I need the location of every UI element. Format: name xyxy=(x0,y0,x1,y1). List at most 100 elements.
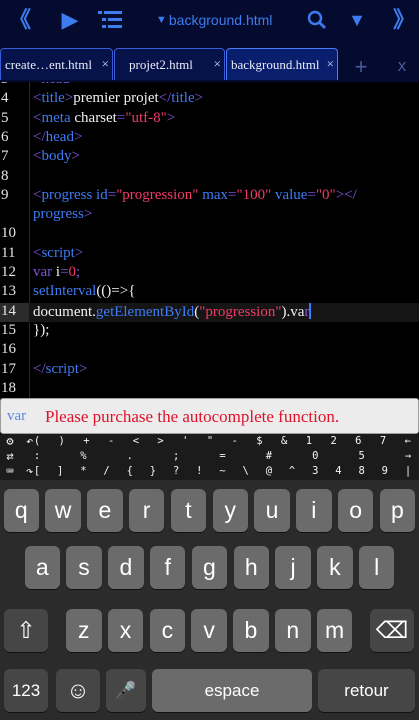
symbol-key[interactable]: 9 xyxy=(378,465,392,480)
swap-icon[interactable]: ⇄ xyxy=(2,449,18,464)
key-x[interactable]: x xyxy=(107,609,144,652)
numbers-key[interactable]: 123 xyxy=(4,669,48,712)
gear-icon[interactable]: ⚙ xyxy=(2,434,18,449)
key-n[interactable]: n xyxy=(275,609,311,652)
code-line[interactable]: 10 xyxy=(0,225,419,244)
space-key[interactable]: espace xyxy=(152,669,312,712)
symbol-key[interactable]: 3 xyxy=(308,465,322,480)
tab-create-ent-html[interactable]: create…ent.html × xyxy=(0,48,113,80)
symbol-key[interactable]: \ xyxy=(239,465,253,480)
code-line[interactable]: progress> xyxy=(0,206,419,225)
key-l[interactable]: l xyxy=(358,546,395,589)
symbol-key[interactable]: 1 xyxy=(302,435,316,450)
key-a[interactable]: a xyxy=(24,546,60,589)
symbol-key[interactable]: 2 xyxy=(327,435,341,450)
file-selector[interactable]: ▼ background.html xyxy=(156,6,286,34)
key-e[interactable]: e xyxy=(87,489,123,532)
symbol-key[interactable]: ( xyxy=(30,435,44,450)
symbol-key[interactable]: ← xyxy=(401,435,415,450)
symbol-key[interactable]: . xyxy=(123,450,137,465)
key-p[interactable]: p xyxy=(379,489,416,532)
close-tab-button[interactable]: x xyxy=(390,56,414,76)
key-v[interactable]: v xyxy=(191,609,227,652)
symbol-key[interactable]: 6 xyxy=(351,435,365,450)
key-d[interactable]: d xyxy=(108,546,144,589)
symbol-key[interactable]: ^ xyxy=(285,465,299,480)
return-key[interactable]: retour xyxy=(318,669,415,712)
symbol-key[interactable]: { xyxy=(123,465,137,480)
symbol-key[interactable]: $ xyxy=(252,435,266,450)
symbol-key[interactable]: & xyxy=(277,435,291,450)
keyboard-icon[interactable]: ⌨ xyxy=(2,464,18,479)
symbol-key[interactable]: 0 xyxy=(308,450,322,465)
symbol-key[interactable]: @ xyxy=(262,465,276,480)
key-u[interactable]: u xyxy=(254,489,290,532)
symbol-key[interactable]: ] xyxy=(53,465,67,480)
symbol-key[interactable]: ? xyxy=(169,465,183,480)
close-icon[interactable]: × xyxy=(214,56,221,72)
code-line[interactable]: 18 xyxy=(0,380,419,398)
key-i[interactable]: i xyxy=(296,489,332,532)
key-y[interactable]: y xyxy=(212,489,248,532)
code-editor[interactable]: 3 <head> 4 <title>premier projet</title> 5 <m… xyxy=(0,82,419,398)
symbol-key[interactable]: ; xyxy=(169,450,183,465)
symbol-key[interactable]: % xyxy=(76,450,90,465)
key-f[interactable]: f xyxy=(149,546,186,589)
play-icon[interactable]: ▶ xyxy=(56,6,84,34)
add-tab-button[interactable]: + xyxy=(348,54,374,80)
code-line[interactable]: 17 </script> xyxy=(0,361,419,380)
code-line[interactable]: 4 <title>premier projet</title> xyxy=(0,90,419,109)
code-line[interactable]: 5 <meta charset="utf-8"> xyxy=(0,110,419,129)
search-button[interactable] xyxy=(304,6,330,34)
key-w[interactable]: w xyxy=(45,489,81,532)
symbol-key[interactable]: * xyxy=(76,465,90,480)
symbol-key[interactable]: } xyxy=(146,465,160,480)
code-line[interactable]: 11 <script> xyxy=(0,245,419,264)
tab-background-html[interactable]: background.html × xyxy=(226,48,338,80)
code-line[interactable]: 3 <head> xyxy=(0,82,419,90)
key-r[interactable]: r xyxy=(128,489,165,532)
symbol-key[interactable]: - xyxy=(228,435,242,450)
file-list-icon[interactable] xyxy=(96,6,124,34)
code-line[interactable]: 16 xyxy=(0,341,419,360)
code-line[interactable]: 12 var i=0; xyxy=(0,264,419,283)
symbol-key[interactable]: 8 xyxy=(355,465,369,480)
symbol-key[interactable]: - xyxy=(104,435,118,450)
close-icon[interactable]: × xyxy=(327,56,334,72)
collapse-left-icon[interactable]: 《 xyxy=(6,6,34,34)
autocomplete-suggestion[interactable]: var xyxy=(7,408,26,425)
key-b[interactable]: b xyxy=(233,609,269,652)
code-line[interactable]: 9 <progress id="progression" max="100" va… xyxy=(0,187,419,206)
close-icon[interactable]: × xyxy=(102,56,109,72)
symbol-key[interactable]: ) xyxy=(55,435,69,450)
symbol-key[interactable]: ! xyxy=(192,465,206,480)
symbol-key[interactable]: # xyxy=(262,450,276,465)
symbol-key[interactable]: 7 xyxy=(376,435,390,450)
key-g[interactable]: g xyxy=(191,546,228,589)
symbol-key[interactable]: 5 xyxy=(355,450,369,465)
key-o[interactable]: o xyxy=(337,489,374,532)
delete-key[interactable]: ⌫ xyxy=(370,609,414,652)
key-t[interactable]: t xyxy=(170,489,207,532)
code-line[interactable]: 14 document.getElementById("progression"… xyxy=(0,302,419,322)
key-q[interactable]: q xyxy=(3,489,39,532)
symbol-key[interactable]: " xyxy=(203,435,217,450)
symbol-key[interactable]: [ xyxy=(30,465,44,480)
symbol-key[interactable]: = xyxy=(216,450,230,465)
code-line[interactable]: 13 setInterval(()=>{ xyxy=(0,283,419,302)
shift-key[interactable]: ⇧ xyxy=(4,609,48,652)
key-m[interactable]: m xyxy=(316,609,353,652)
symbol-key[interactable]: : xyxy=(30,450,44,465)
expand-right-icon[interactable]: 》 xyxy=(392,6,416,34)
symbol-key[interactable]: → xyxy=(401,450,415,465)
key-h[interactable]: h xyxy=(233,546,269,589)
symbol-key[interactable]: > xyxy=(154,435,168,450)
symbol-key[interactable]: 4 xyxy=(331,465,345,480)
code-line[interactable]: 8 xyxy=(0,168,419,187)
code-line[interactable]: 15}); xyxy=(0,322,419,341)
down-arrow-icon[interactable]: ▼ xyxy=(344,6,370,34)
code-line[interactable]: 6 </head> xyxy=(0,129,419,148)
key-c[interactable]: c xyxy=(149,609,186,652)
symbol-key[interactable]: ~ xyxy=(216,465,230,480)
dictation-key[interactable]: 🎤 xyxy=(106,669,146,712)
